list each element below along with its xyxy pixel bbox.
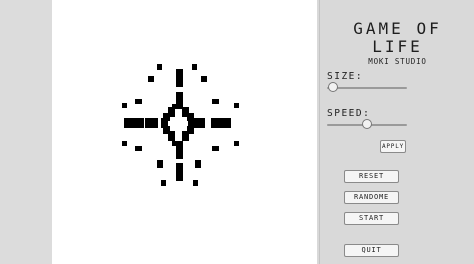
live-cell[interactable] bbox=[135, 99, 142, 104]
live-cell[interactable] bbox=[176, 92, 183, 106]
size-slider-track[interactable] bbox=[327, 87, 407, 89]
live-cell[interactable] bbox=[145, 118, 158, 128]
reset-button[interactable]: RESET bbox=[344, 170, 399, 183]
live-cell[interactable] bbox=[192, 64, 197, 70]
live-cell[interactable] bbox=[193, 180, 198, 186]
live-cell[interactable] bbox=[234, 103, 239, 108]
live-cell[interactable] bbox=[195, 160, 201, 168]
quit-button[interactable]: QUIT bbox=[344, 244, 399, 257]
live-cell[interactable] bbox=[135, 146, 142, 151]
apply-button[interactable]: APPLY bbox=[380, 140, 406, 153]
control-panel: GAME OF LIFE MOKI STUDIO SIZE: SPEED: AP… bbox=[319, 0, 474, 264]
size-label: SIZE: bbox=[327, 71, 364, 82]
live-cell[interactable] bbox=[176, 163, 183, 181]
live-cell[interactable] bbox=[212, 146, 219, 151]
live-cell[interactable] bbox=[161, 180, 166, 186]
game-board[interactable] bbox=[52, 0, 317, 264]
studio-subtitle: MOKI STUDIO bbox=[368, 57, 427, 66]
size-slider[interactable] bbox=[327, 82, 407, 94]
app-title-line1: GAME OF bbox=[353, 19, 442, 38]
start-button[interactable]: START bbox=[344, 212, 399, 225]
live-cell[interactable] bbox=[157, 64, 162, 70]
live-cell[interactable] bbox=[122, 103, 127, 108]
board-canvas[interactable] bbox=[52, 0, 317, 264]
speed-slider-thumb[interactable] bbox=[362, 119, 372, 129]
live-cell[interactable] bbox=[211, 118, 231, 128]
live-cell[interactable] bbox=[234, 141, 239, 146]
live-cell[interactable] bbox=[148, 76, 154, 82]
live-cell[interactable] bbox=[212, 99, 219, 104]
random-button[interactable]: RANDOME bbox=[344, 191, 399, 204]
live-cell[interactable] bbox=[176, 145, 183, 159]
live-cell[interactable] bbox=[172, 141, 183, 146]
live-cell[interactable] bbox=[176, 69, 183, 87]
speed-label: SPEED: bbox=[327, 108, 371, 119]
app-title-line2: LIFE bbox=[372, 37, 423, 56]
live-cell[interactable] bbox=[168, 131, 175, 141]
size-slider-thumb[interactable] bbox=[328, 82, 339, 92]
live-cell[interactable] bbox=[124, 118, 144, 128]
live-cell[interactable] bbox=[182, 131, 189, 141]
live-cell[interactable] bbox=[172, 104, 183, 109]
left-margin bbox=[0, 0, 52, 264]
live-cell[interactable] bbox=[201, 76, 207, 82]
live-cell[interactable] bbox=[157, 160, 163, 168]
live-cell[interactable] bbox=[122, 141, 127, 146]
speed-slider[interactable] bbox=[327, 119, 407, 131]
